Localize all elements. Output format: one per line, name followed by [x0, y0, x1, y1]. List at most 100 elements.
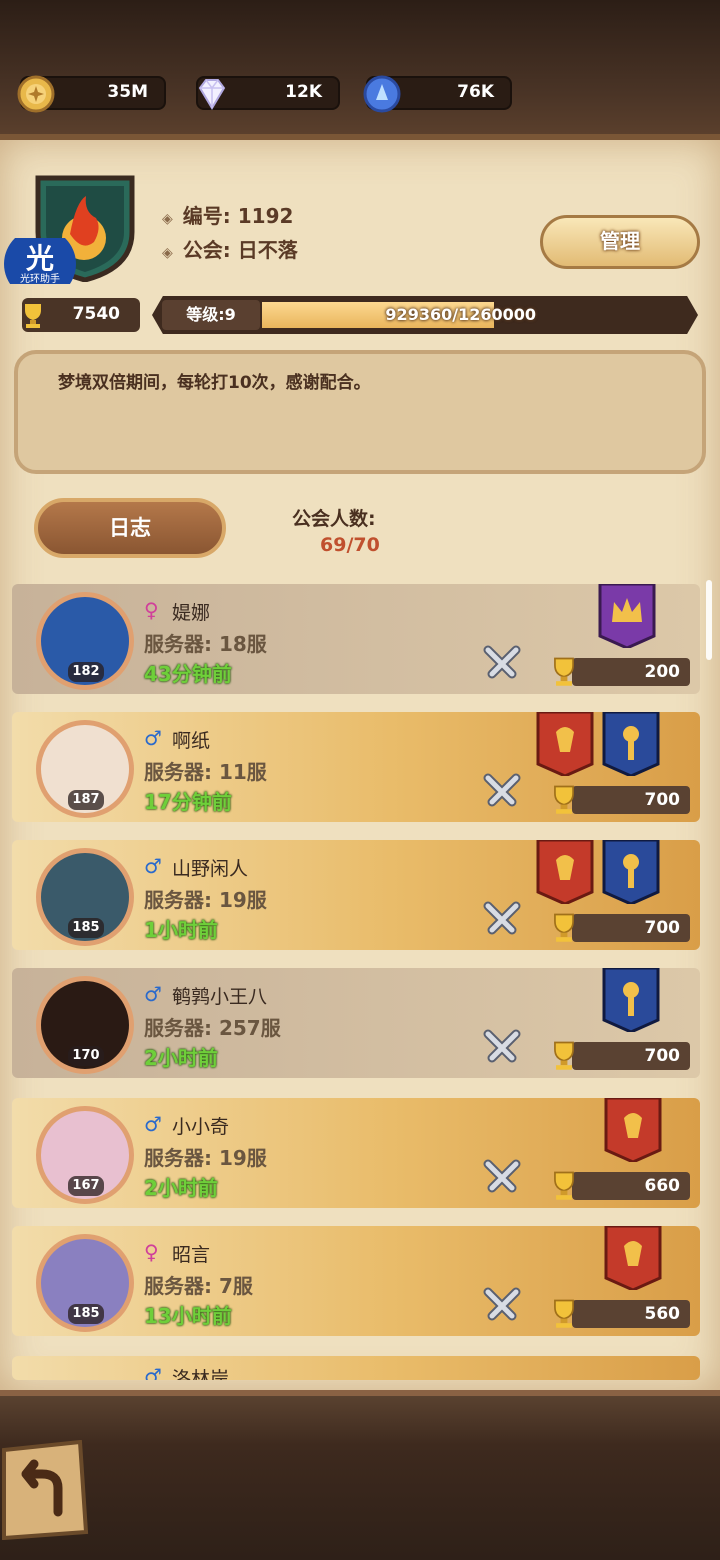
crystal-counter[interactable]: 76K: [363, 75, 512, 113]
member-server: 服务器: 257服: [144, 1016, 281, 1040]
top-resource-bar: 35M 12K 76K: [0, 0, 720, 140]
member-name: 媞娜: [172, 602, 211, 624]
red-banner-icon[interactable]: [602, 1098, 664, 1164]
member-server: 服务器: 11服: [144, 760, 267, 784]
trophy-icon: [554, 1041, 574, 1070]
bottom-bar: [0, 1390, 720, 1560]
member-name: 洛林岸: [172, 1368, 230, 1380]
member-row[interactable]: 185 ♂ 山野闲人 服务器: 19服 1小时前 700: [12, 840, 700, 950]
helper-badge-logo[interactable]: 光 光环助手: [2, 238, 78, 284]
male-icon: ♂: [144, 726, 162, 750]
member-row[interactable]: 170 ♂ 鹌鹑小王八 服务器: 257服 2小时前 700: [12, 968, 700, 1078]
gold-coin-icon: [17, 75, 55, 113]
crystal-value: 76K: [457, 82, 494, 102]
svg-text:光: 光: [25, 242, 54, 275]
member-count-label: 公会人数:: [292, 508, 376, 530]
member-server: 服务器: 18服: [144, 632, 267, 656]
trophy-icon: [554, 913, 574, 942]
member-level: 187: [68, 790, 104, 810]
member-score-bar: 700: [572, 1042, 690, 1070]
member-name: 鹌鹑小王八: [172, 986, 268, 1008]
back-arrow-icon[interactable]: [0, 1440, 90, 1540]
svg-text:光环助手: 光环助手: [20, 272, 60, 284]
member-score: 200: [644, 662, 681, 682]
manage-button[interactable]: 管理: [540, 215, 700, 269]
member-server: 服务器: 19服: [144, 1146, 267, 1170]
member-score-bar: 560: [572, 1300, 690, 1328]
trophy-icon: [554, 1171, 574, 1200]
trophy-icon: [25, 304, 41, 328]
member-row[interactable]: 167 ♂ 小小奇 服务器: 19服 2小时前 660: [12, 1098, 700, 1208]
diamond-counter[interactable]: 12K: [196, 76, 340, 110]
member-name: 小小奇: [172, 1116, 230, 1138]
member-score: 700: [644, 790, 681, 810]
log-button[interactable]: 日志: [34, 498, 226, 558]
crossed-swords-icon[interactable]: [482, 1028, 522, 1068]
member-name: 啊纸: [172, 730, 211, 752]
member-last-online: 1小时前: [144, 918, 218, 942]
male-icon: ♂: [144, 982, 162, 1006]
female-icon: ♀: [144, 598, 159, 622]
crossed-swords-icon[interactable]: [482, 644, 522, 684]
member-name: 昭言: [172, 1244, 211, 1266]
member-row[interactable]: 187 ♂ 啊纸 服务器: 11服 17分钟前 700: [12, 712, 700, 822]
member-count-value: 69/70: [320, 534, 380, 556]
trophy-icon: [554, 1299, 574, 1328]
member-last-online: 43分钟前: [144, 662, 232, 686]
guild-name: ◈ 公会: 日不落: [162, 238, 298, 262]
blue-banner-icon[interactable]: [600, 968, 662, 1034]
blue-banner-icon[interactable]: [600, 840, 662, 906]
red-banner-icon[interactable]: [602, 1226, 664, 1292]
member-score: 660: [644, 1176, 681, 1196]
member-level: 182: [68, 662, 104, 682]
member-level: 185: [68, 1304, 104, 1324]
male-icon: ♂: [144, 1364, 162, 1380]
trophy-icon: [554, 785, 574, 814]
member-row[interactable]: 182 ♀ 媞娜 服务器: 18服 43分钟前 200: [12, 584, 700, 694]
female-icon: ♀: [144, 1240, 159, 1264]
member-row-partial[interactable]: ♂ 洛林岸: [12, 1356, 700, 1380]
crossed-swords-icon[interactable]: [482, 1286, 522, 1326]
guild-id: ◈ 编号: 1192: [162, 204, 294, 228]
member-level: 167: [68, 1176, 104, 1196]
member-list-scrollbar[interactable]: [706, 580, 712, 660]
member-server: 服务器: 7服: [144, 1274, 253, 1298]
xp-progress-text: 929360/1260000: [385, 305, 536, 324]
guild-notice-text: 梦境双倍期间，每轮打10次，感谢配合。: [58, 373, 371, 393]
guild-notice-board[interactable]: 梦境双倍期间，每轮打10次，感谢配合。: [14, 350, 706, 474]
member-score: 700: [644, 918, 681, 938]
member-score-bar: 700: [572, 786, 690, 814]
member-score-bar: 660: [572, 1172, 690, 1200]
diamond-value: 12K: [285, 82, 322, 102]
member-row[interactable]: 185 ♀ 昭言 服务器: 7服 13小时前 560: [12, 1226, 700, 1336]
gold-value: 35M: [107, 82, 148, 102]
member-level: 185: [68, 918, 104, 938]
crossed-swords-icon[interactable]: [482, 900, 522, 940]
diamond-bullet-icon: ◈: [162, 211, 173, 227]
red-banner-icon[interactable]: [534, 840, 596, 906]
male-icon: ♂: [144, 1112, 162, 1136]
member-score-bar: 200: [572, 658, 690, 686]
member-last-online: 2小时前: [144, 1046, 218, 1070]
crossed-swords-icon[interactable]: [482, 1158, 522, 1198]
member-score-bar: 700: [572, 914, 690, 942]
diamond-bullet-icon: ◈: [162, 245, 173, 261]
gold-counter[interactable]: 35M: [17, 75, 166, 113]
red-banner-icon[interactable]: [534, 712, 596, 778]
member-last-online: 17分钟前: [144, 790, 232, 814]
crossed-swords-icon[interactable]: [482, 772, 522, 812]
member-last-online: 2小时前: [144, 1176, 218, 1200]
purple-crown-banner-icon[interactable]: [596, 584, 658, 650]
trophy-icon: [554, 657, 574, 686]
member-level: 170: [68, 1046, 104, 1066]
member-name: 山野闲人: [172, 858, 249, 880]
member-last-online: 13小时前: [144, 1304, 232, 1328]
member-score: 700: [644, 1046, 681, 1066]
male-icon: ♂: [144, 854, 162, 878]
guild-level-label: 等级:9: [162, 300, 260, 330]
blue-banner-icon[interactable]: [600, 712, 662, 778]
diamond-icon: [198, 79, 226, 110]
guild-trophy-count: 7540: [22, 298, 140, 332]
member-score: 560: [644, 1304, 681, 1324]
crystal-icon: [363, 75, 401, 113]
